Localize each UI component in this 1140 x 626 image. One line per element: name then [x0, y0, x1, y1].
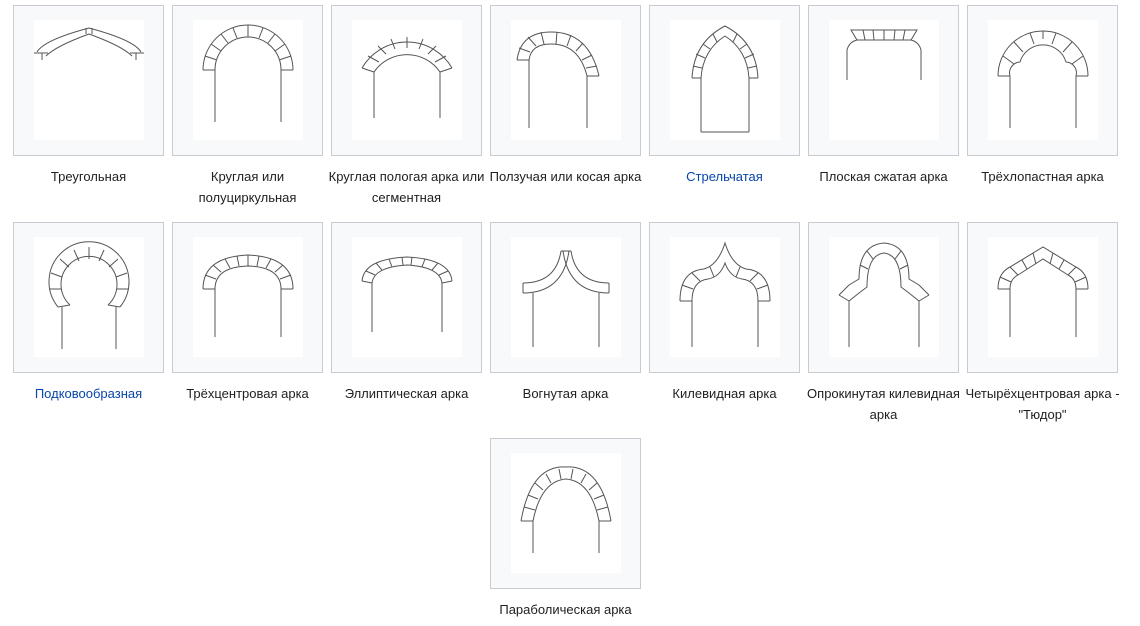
- gallery-item-rampant: Ползучая или косая арка: [490, 5, 641, 184]
- elliptical-arch-image: [352, 237, 462, 357]
- thumbnail-tudor[interactable]: [967, 222, 1118, 373]
- gallery-item-tudor: Четырёхцентровая арка - "Тюдор": [965, 222, 1120, 422]
- triangular-arch-image: [34, 20, 144, 140]
- thumbnail-inverted-ogee[interactable]: [808, 222, 959, 373]
- thumbnail-trefoil[interactable]: [967, 5, 1118, 156]
- ogee-arch-image: [670, 237, 780, 357]
- gallery-caption: Параболическая арка: [499, 602, 632, 617]
- pointed-arch-image: [670, 20, 780, 140]
- gallery-item-ogee: Килевидная арка: [649, 222, 800, 401]
- gallery-item-three-centered: Трёхцентровая арка: [172, 222, 323, 401]
- thumbnail-pointed[interactable]: [649, 5, 800, 156]
- gallery-caption: Эллиптическая арка: [344, 386, 469, 401]
- gallery-caption: Плоская сжатая арка: [819, 169, 948, 184]
- thumbnail-parabolic[interactable]: [490, 438, 641, 589]
- tudor-arch-image: [988, 237, 1098, 357]
- gallery-item-inverted-ogee: Опрокинутая килевидная арка: [807, 222, 960, 422]
- gallery-caption-link[interactable]: Подковообразная: [9, 383, 168, 404]
- three-centered-arch-image: [193, 237, 303, 357]
- thumbnail-round[interactable]: [172, 5, 323, 156]
- rampant-arch-image: [511, 20, 621, 140]
- gallery-item-elliptical: Эллиптическая арка: [331, 222, 482, 401]
- gallery-item-flat: Плоская сжатая арка: [808, 5, 959, 184]
- inverted-ogee-arch-image: [829, 237, 939, 357]
- gallery-item-concave: Вогнутая арка: [490, 222, 641, 401]
- gallery-item-round: Круглая или полуциркульная: [172, 5, 323, 205]
- gallery-caption: Круглая или полуциркульная: [198, 169, 297, 205]
- gallery-item-parabolic: Параболическая арка: [490, 438, 641, 617]
- gallery-caption: Вогнутая арка: [522, 386, 609, 401]
- thumbnail-concave[interactable]: [490, 222, 641, 373]
- concave-arch-image: [511, 237, 621, 357]
- thumbnail-horseshoe[interactable]: [13, 222, 164, 373]
- gallery-item-trefoil: Трёхлопастная арка: [967, 5, 1118, 184]
- gallery-item-segmental: Круглая пологая арка или сегментная: [329, 5, 484, 205]
- gallery-caption: Ползучая или косая арка: [489, 169, 642, 184]
- gallery-item-horseshoe: Подковообразная: [13, 222, 164, 401]
- gallery-caption: Треугольная: [50, 169, 127, 184]
- gallery-caption-link[interactable]: Стрельчатая: [645, 166, 804, 187]
- trefoil-arch-image: [988, 20, 1098, 140]
- gallery-item-pointed: Стрельчатая: [649, 5, 800, 184]
- thumbnail-elliptical[interactable]: [331, 222, 482, 373]
- thumbnail-segmental[interactable]: [331, 5, 482, 156]
- gallery-caption: Трёхцентровая арка: [186, 386, 309, 401]
- gallery-caption: Трёхлопастная арка: [981, 169, 1104, 184]
- arch-gallery: Треугольная Круглая или полуциркульная К…: [0, 0, 1140, 626]
- round-arch-image: [193, 20, 303, 140]
- segmental-arch-image: [352, 20, 462, 140]
- gallery-caption: Четырёхцентровая арка - "Тюдор": [965, 386, 1120, 422]
- gallery-caption: Опрокинутая килевидная арка: [807, 386, 960, 422]
- flat-arch-image: [829, 20, 939, 140]
- parabolic-arch-image: [511, 453, 621, 573]
- thumbnail-three-centered[interactable]: [172, 222, 323, 373]
- thumbnail-rampant[interactable]: [490, 5, 641, 156]
- horseshoe-arch-image: [34, 237, 144, 357]
- gallery-caption: Килевидная арка: [672, 386, 777, 401]
- thumbnail-flat[interactable]: [808, 5, 959, 156]
- gallery-caption: Круглая пологая арка или сегментная: [328, 169, 485, 205]
- gallery-item-triangular: Треугольная: [13, 5, 164, 184]
- thumbnail-triangular[interactable]: [13, 5, 164, 156]
- thumbnail-ogee[interactable]: [649, 222, 800, 373]
